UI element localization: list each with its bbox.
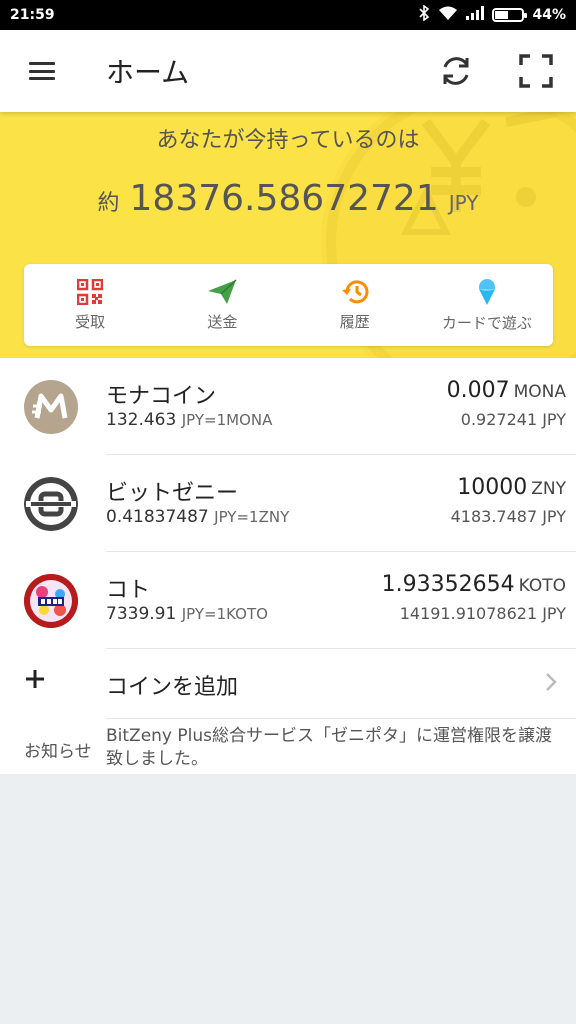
play-card-button[interactable]: カードで遊ぶ [421, 264, 553, 346]
bluetooth-icon [418, 4, 430, 25]
history-label: 履歴 [339, 312, 370, 331]
coin-rate: 132.463 JPY=1MONA [106, 410, 272, 430]
send-button[interactable]: 送金 [156, 264, 288, 346]
coin-amount-unit: ZNY [531, 479, 566, 499]
play-card-label: カードで遊ぶ [441, 313, 532, 332]
coin-amount-value: 1.93352654 [381, 572, 515, 597]
coin-amount-value: 0.007 [446, 378, 510, 403]
coin-amount: 10000 ZNY [457, 475, 566, 500]
coin-row-monacoin[interactable]: モナコイン 132.463 JPY=1MONA 0.007 MONA 0.9272… [0, 358, 576, 455]
add-coin-row[interactable]: コインを追加 [0, 649, 576, 719]
wifi-icon [438, 6, 458, 25]
history-button[interactable]: 履歴 [289, 264, 421, 346]
menu-button[interactable] [0, 30, 84, 112]
notice-text: BitZeny Plus総合サービス「ゼニポタ」に運営権限を譲渡致しました。 [106, 726, 553, 769]
coin-list: モナコイン 132.463 JPY=1MONA 0.007 MONA 0.9272… [0, 358, 576, 774]
coin-rate-label: JPY=1KOTO [181, 605, 268, 623]
hamburger-menu-icon [29, 62, 55, 80]
signal-icon [466, 6, 485, 24]
balance-header: あなたが今持っているのは 約 18376.58672721 JPY 受取 送金 … [0, 112, 576, 358]
send-label: 送金 [207, 312, 238, 331]
add-coin-label: コインを追加 [106, 675, 239, 700]
koto-logo [24, 574, 78, 628]
sync-icon [443, 57, 469, 85]
balance-unit: JPY [448, 191, 479, 215]
coin-rate-value: 7339.91 [106, 604, 177, 624]
monacoin-logo [24, 380, 78, 434]
app-bar: ホーム [0, 30, 576, 112]
coin-fiat-value: 0.927241 JPY [460, 410, 566, 429]
coin-amount-value: 10000 [457, 475, 528, 500]
coin-row-bitzeny[interactable]: ビットゼニー 0.41837487 JPY=1ZNY 10000 ZNY 4183… [0, 455, 576, 552]
coin-rate: 0.41837487 JPY=1ZNY [106, 507, 289, 527]
quick-actions: 受取 送金 履歴 カードで遊ぶ [24, 264, 553, 346]
receive-button[interactable]: 受取 [24, 264, 156, 346]
coin-rate-label: JPY=1MONA [181, 411, 273, 429]
battery-percent: 44% [532, 7, 566, 23]
balance-amount: 約 18376.58672721 JPY [0, 178, 576, 219]
coin-rate: 7339.91 JPY=1KOTO [106, 604, 268, 624]
coin-rate-label: JPY=1ZNY [214, 508, 290, 526]
history-icon [341, 279, 369, 303]
coin-amount: 0.007 MONA [447, 378, 566, 403]
coin-amount-unit: MONA [513, 382, 566, 402]
coin-amount-unit: KOTO [518, 576, 566, 596]
notice-row[interactable]: お知らせ BitZeny Plus総合サービス「ゼニポタ」に運営権限を譲渡致しま… [0, 719, 576, 774]
coin-amount: 1.93352654 KOTO [382, 572, 566, 597]
notice-label: お知らせ [24, 742, 92, 762]
coin-fiat-value: 14191.91078621 JPY [399, 604, 566, 623]
status-icons: 44% [418, 4, 566, 25]
page-title: ホーム [106, 56, 190, 89]
balance-prefix: 約 [97, 191, 120, 216]
coin-name: モナコイン [106, 384, 217, 409]
coin-rate-value: 132.463 [106, 410, 177, 430]
status-bar: 21:59 44% [0, 0, 576, 30]
coin-row-koto[interactable]: コト 7339.91 JPY=1KOTO 1.93352654 KOTO 1419… [0, 552, 576, 649]
sync-button[interactable] [416, 30, 496, 112]
coin-name: ビットゼニー [106, 481, 239, 506]
ice-cream-icon [478, 278, 495, 305]
balance-label: あなたが今持っているのは [156, 128, 420, 153]
coin-rate-value: 0.41837487 [106, 507, 209, 527]
send-plane-icon [208, 278, 237, 304]
qr-code-icon [77, 278, 104, 305]
scan-button[interactable] [496, 30, 576, 112]
coin-fiat-value: 4183.7487 JPY [450, 507, 566, 526]
status-time: 21:59 [10, 7, 55, 23]
qr-scan-icon [519, 54, 553, 88]
coin-name: コト [106, 578, 151, 603]
bitzeny-logo [24, 477, 78, 531]
chevron-right-icon [544, 671, 558, 697]
balance-value: 18376.58672721 [129, 178, 439, 219]
receive-label: 受取 [75, 312, 106, 331]
battery-icon [492, 8, 528, 22]
plus-icon [24, 663, 46, 698]
